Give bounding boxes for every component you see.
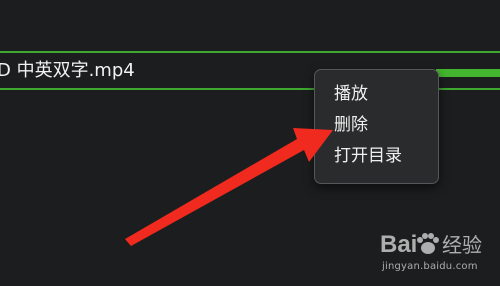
baidu-watermark: Bai 经验 jingyan.baidu.com: [380, 228, 496, 278]
svg-text:Bai: Bai: [380, 231, 417, 258]
watermark-url: jingyan.baidu.com: [382, 261, 478, 272]
svg-text:经验: 经验: [442, 233, 482, 257]
baidu-paw-icon: Bai 经验: [380, 231, 482, 258]
